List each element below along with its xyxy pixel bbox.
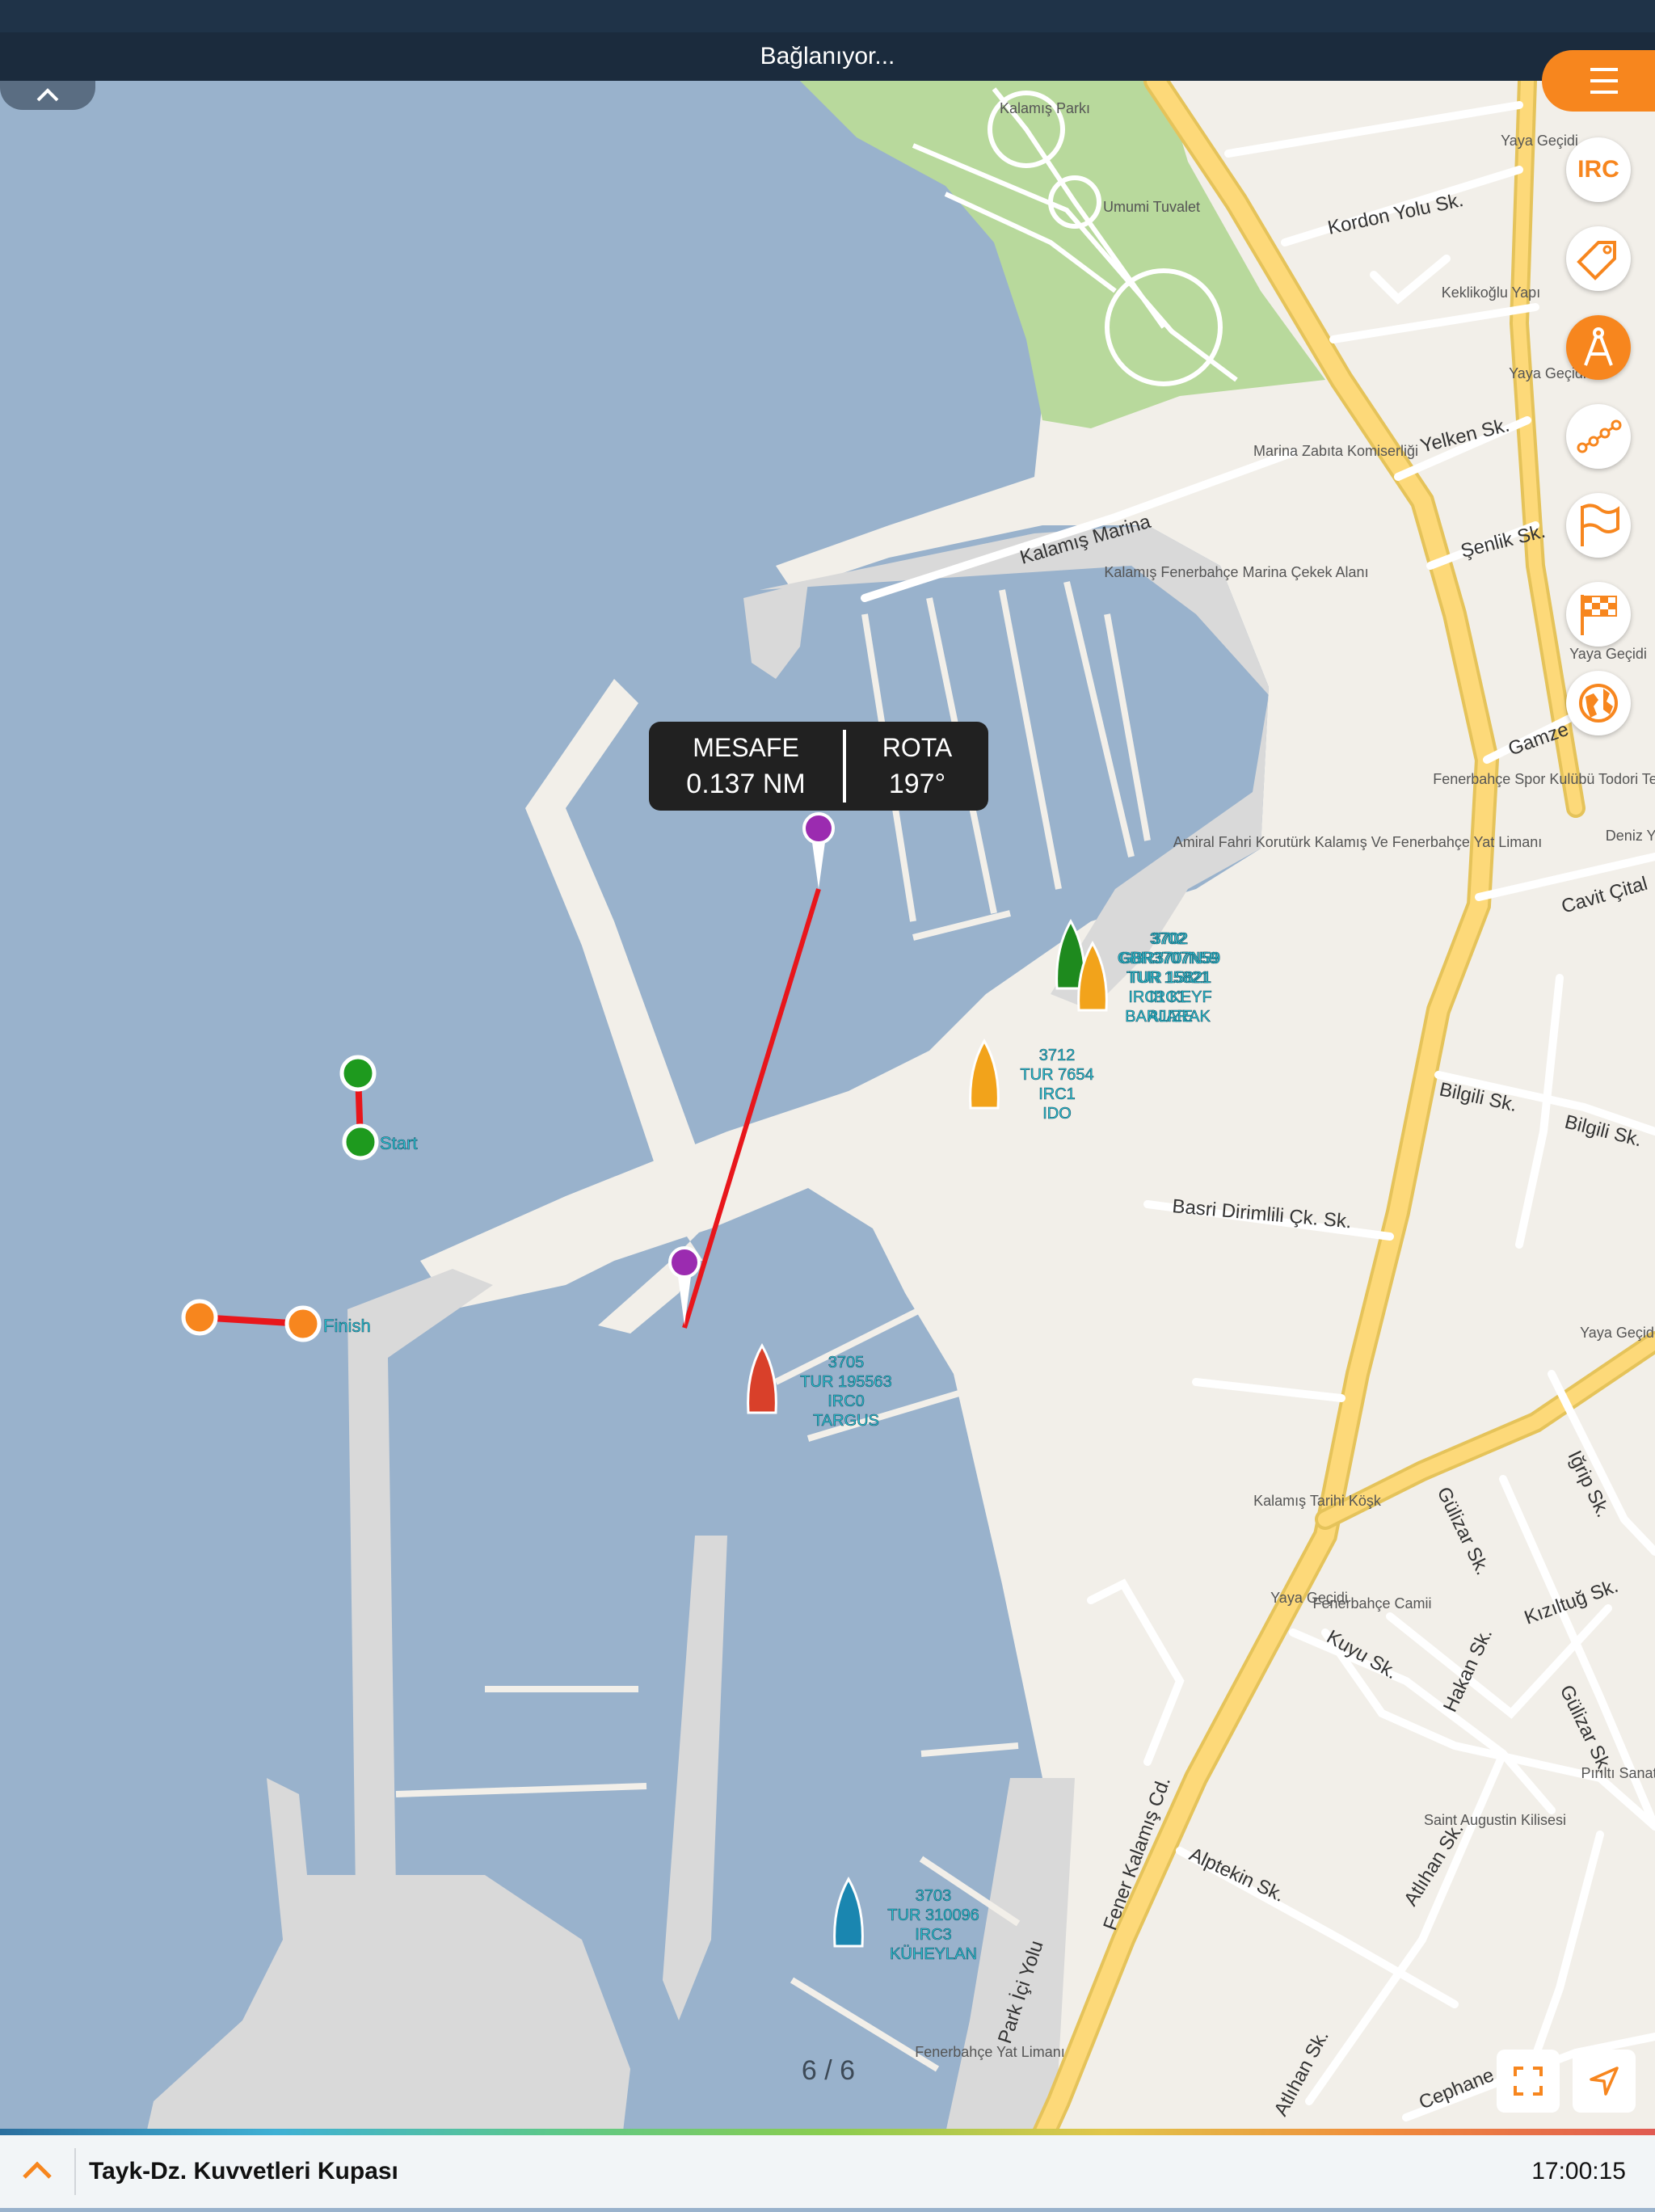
boat-label-line: TUR 7654 xyxy=(1020,1066,1093,1084)
boat-label-line: 3705 xyxy=(828,1354,865,1371)
boat-label-line: 3703 xyxy=(916,1887,952,1905)
navigation-arrow-icon xyxy=(1590,2067,1619,2096)
chevron-up-icon xyxy=(23,2161,52,2179)
fullscreen-icon xyxy=(1514,2067,1543,2096)
poi-label: Umumi Tuvalet xyxy=(1103,199,1200,215)
poi-label: Yaya Geçidi xyxy=(1569,646,1647,662)
finish-mark-1[interactable] xyxy=(181,1299,218,1336)
tag-button[interactable] xyxy=(1566,226,1631,291)
bar-separator xyxy=(74,2148,76,2195)
compass-icon xyxy=(1584,327,1613,366)
race-bar: Tayk-Dz. Kuvvetleri Kupası 17:00:15 xyxy=(0,2135,1655,2208)
flag-button[interactable] xyxy=(1566,493,1631,558)
poi-label: Keklikoğlu Yapı xyxy=(1442,284,1540,301)
race-time: 17:00:15 xyxy=(1531,2158,1626,2185)
poi-label: Yaya Geçidi xyxy=(1580,1325,1655,1341)
globe-icon xyxy=(1579,684,1618,723)
boat-label-line: KÜHEYLAN xyxy=(890,1945,977,1963)
course-value: 197° xyxy=(888,769,946,799)
menu-icon xyxy=(1590,68,1618,94)
boat-label-line: TUR 310096 xyxy=(887,1907,979,1924)
poi-label: Marina Zabıta Komiserliği xyxy=(1253,443,1418,459)
page-indicator: 6 / 6 xyxy=(801,2055,856,2086)
top-status-strip xyxy=(0,0,1655,32)
map[interactable]: Kordon Yolu Sk. Yelken Sk. Şenlik Sk. Ka… xyxy=(0,0,1655,2208)
boat-label-line: TUR 15821 xyxy=(1129,969,1211,987)
flag-icon xyxy=(1581,503,1619,546)
poi-label: Kalamış Tarihi Köşk xyxy=(1253,1493,1382,1509)
poi-label: Fenerbahçe Camii xyxy=(1312,1595,1431,1612)
boat-label-line: ALIZE xyxy=(1148,1008,1193,1026)
measure-tool-button[interactable] xyxy=(1566,315,1631,380)
collapse-button[interactable] xyxy=(0,81,95,110)
boat-label-line: IDO xyxy=(1042,1105,1072,1123)
distance-value: 0.137 NM xyxy=(686,769,806,799)
boat-label-line: IRC3 xyxy=(915,1926,952,1944)
checkered-flag-button[interactable] xyxy=(1566,582,1631,647)
poi-label: Deniz Yapı xyxy=(1606,828,1655,844)
boat-label-line: 3712 xyxy=(1039,1047,1076,1064)
poi-label: Pırıltı Sanat Galeri xyxy=(1581,1765,1655,1781)
globe-button[interactable] xyxy=(1566,671,1631,735)
boat-label-line: IRC0 xyxy=(828,1393,865,1410)
chevron-up-icon xyxy=(36,88,59,102)
boat-label-line: IRC1 xyxy=(1038,1085,1076,1103)
poi-label: Fenerbahçe Yat Limanı xyxy=(915,2044,1064,2060)
start-label: Start xyxy=(380,1133,417,1153)
finish-label: Finish xyxy=(323,1316,371,1336)
boat-label-line: IRC1 KEYF xyxy=(1128,988,1211,1006)
poi-label: Amiral Fahri Korutürk Kalamış Ve Fenerba… xyxy=(1173,834,1543,850)
connection-status: Bağlanıyor... xyxy=(0,32,1655,81)
expand-race-button[interactable] xyxy=(0,2135,74,2208)
route-icon xyxy=(1577,419,1622,453)
poi-label: Kalamış Parkı xyxy=(1000,100,1090,116)
course-column: ROTA 197° xyxy=(846,730,988,803)
start-mark-2[interactable] xyxy=(342,1123,379,1161)
course-label: ROTA xyxy=(882,733,953,762)
fullscreen-button[interactable] xyxy=(1497,2050,1560,2113)
start-mark-1[interactable] xyxy=(339,1055,377,1092)
irc-label: IRC xyxy=(1577,156,1619,183)
boat-label-line: GBR3707N59 xyxy=(1120,950,1221,967)
irc-button[interactable]: IRC xyxy=(1566,137,1631,202)
poi-label: Fenerbahçe Spor Kulübü Todori Tesisleri xyxy=(1433,771,1655,787)
route-button[interactable] xyxy=(1566,404,1631,469)
color-strip xyxy=(0,2129,1655,2135)
finish-mark-2[interactable] xyxy=(284,1305,322,1342)
boat-label-line: 3702 xyxy=(1152,930,1189,948)
poi-label: Saint Augustin Kilisesi xyxy=(1424,1812,1566,1828)
tag-icon xyxy=(1577,241,1616,280)
measure-info-box: MESAFE 0.137 NM ROTA 197° xyxy=(649,722,988,811)
race-title: Tayk-Dz. Kuvvetleri Kupası xyxy=(89,2158,398,2185)
poi-label: Kalamış Fenerbahçe Marina Çekek Alanı xyxy=(1104,564,1368,580)
checkered-flag-icon xyxy=(1581,595,1617,635)
distance-label: MESAFE xyxy=(693,733,799,762)
boat-label-line: TARGUS xyxy=(813,1412,879,1430)
locate-button[interactable] xyxy=(1573,2050,1636,2113)
menu-button[interactable] xyxy=(1542,50,1655,112)
distance-column: MESAFE 0.137 NM xyxy=(649,730,843,803)
boat-label-line: TUR 195563 xyxy=(800,1373,891,1391)
